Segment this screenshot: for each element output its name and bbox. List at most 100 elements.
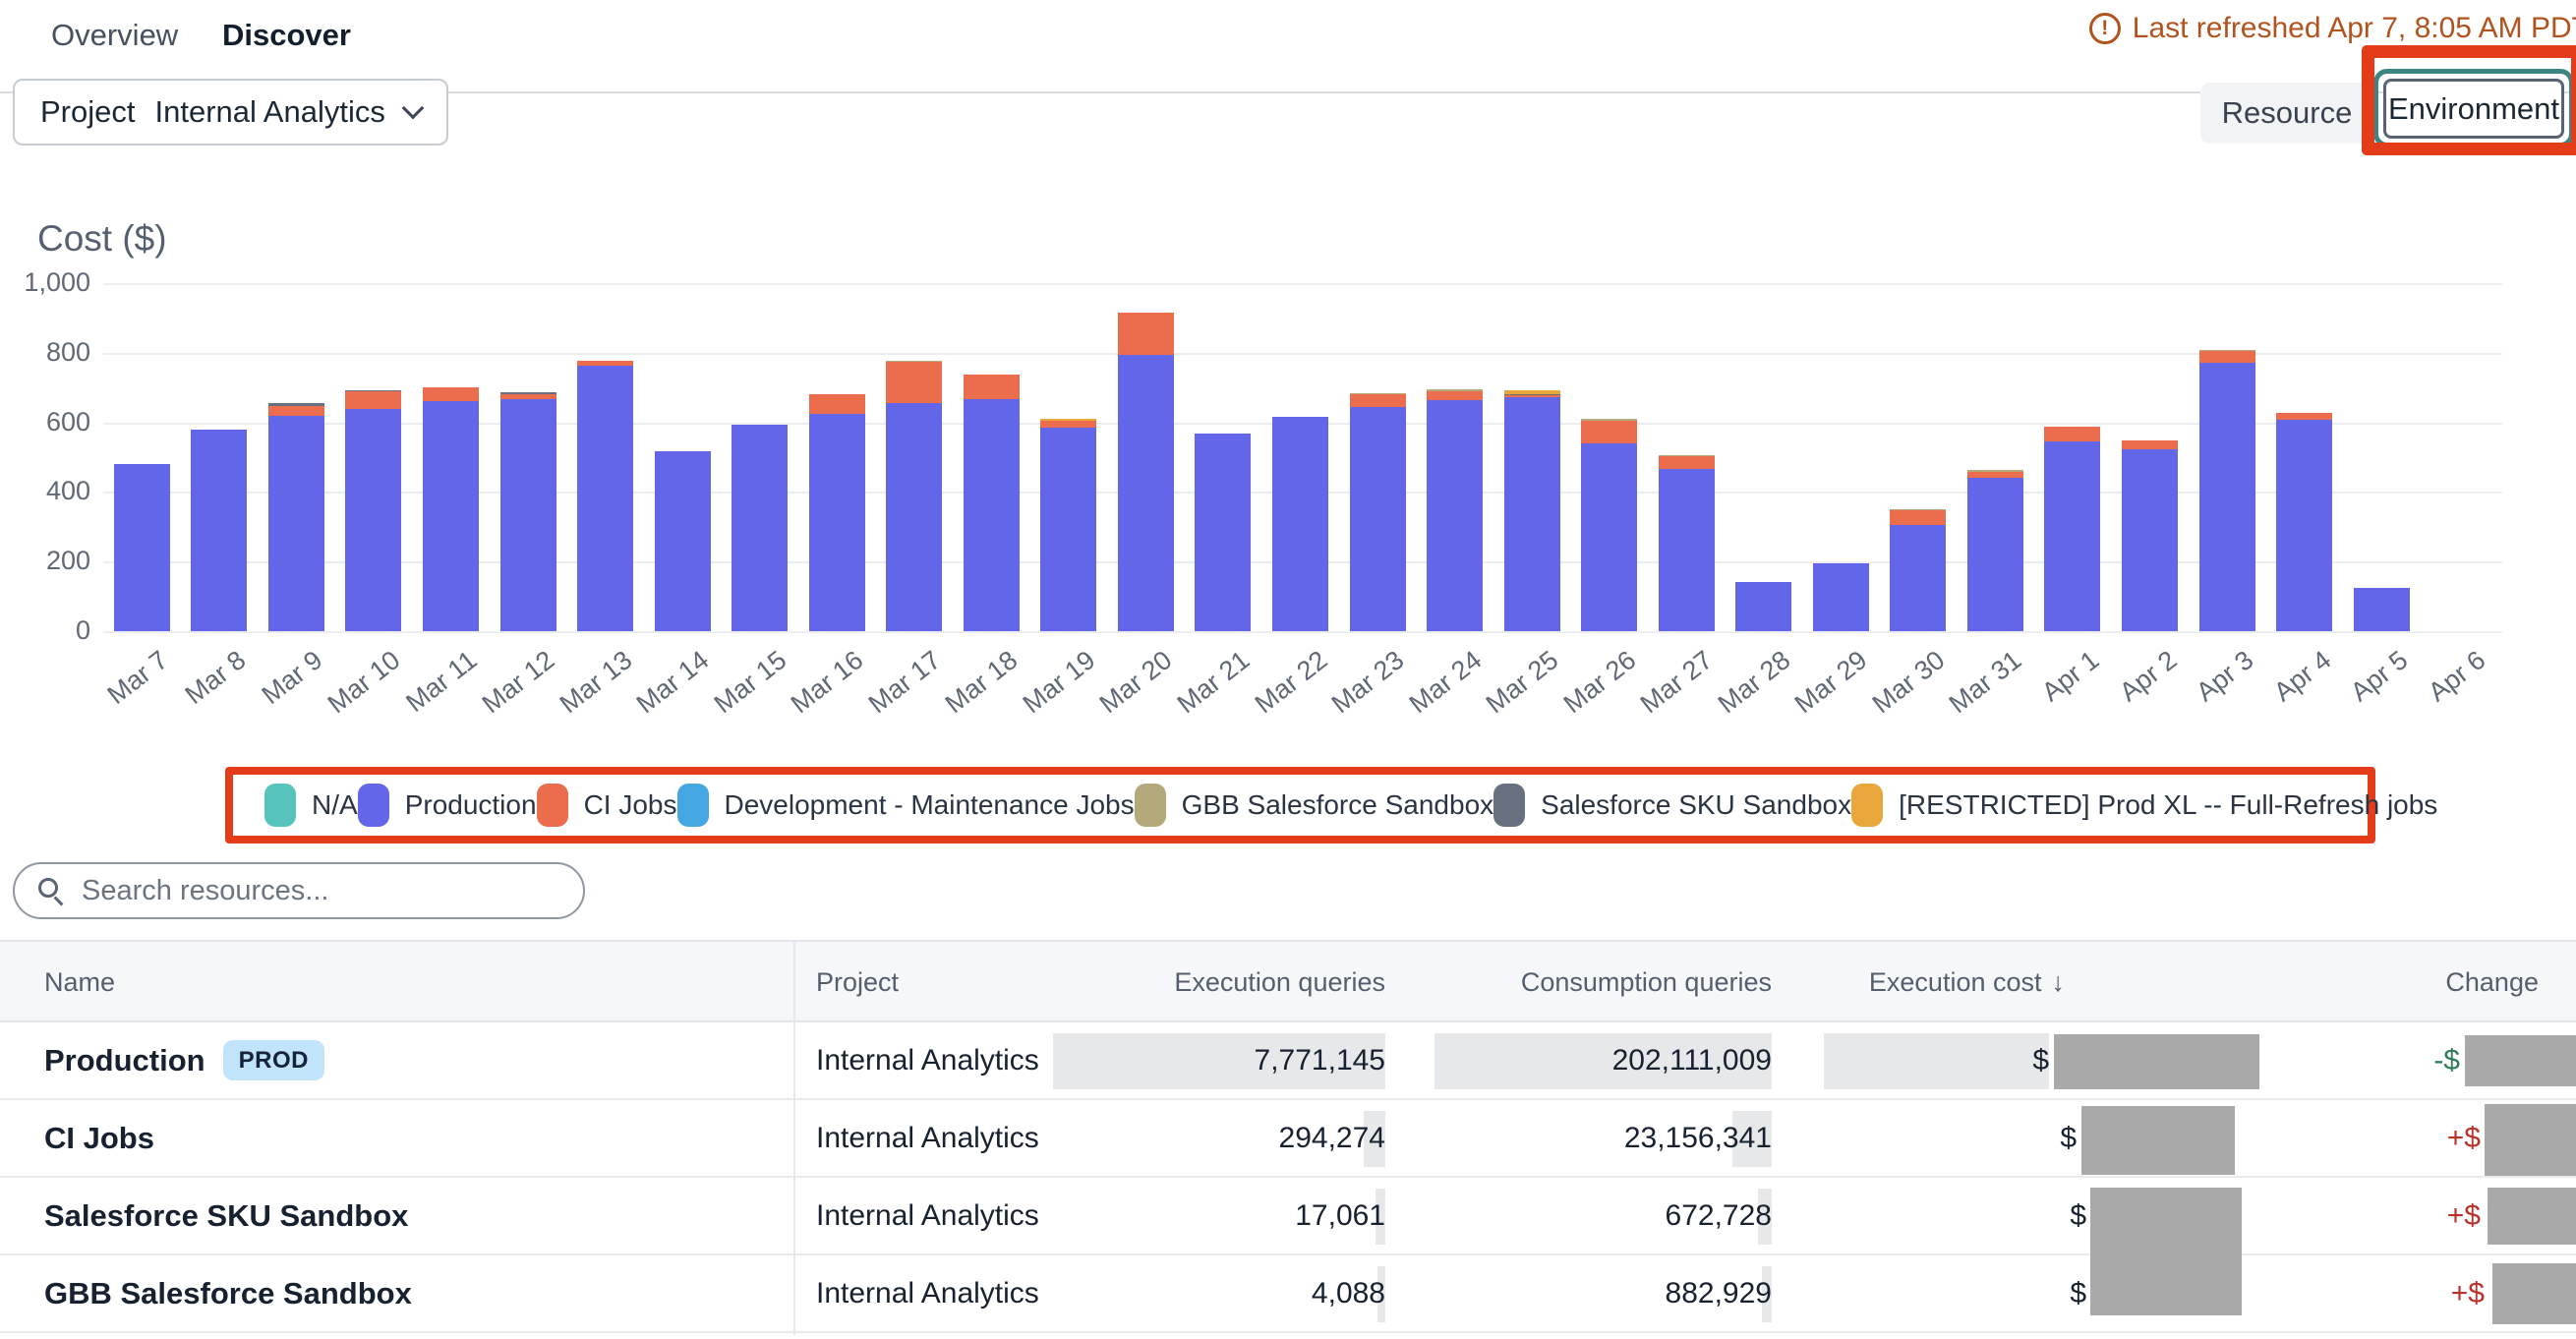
x-tick-label: Mar 16 (786, 645, 869, 720)
tab-discover[interactable]: Discover (222, 18, 351, 53)
bar-segment (268, 406, 324, 416)
bar-segment (964, 375, 1020, 399)
bar-segment (1118, 355, 1174, 631)
x-tick-label: Mar 18 (940, 645, 1024, 720)
y-tick-label: 1,000 (0, 267, 90, 298)
x-tick-label: Mar 7 (102, 645, 174, 711)
cell-project: Internal Analytics (816, 1100, 1039, 1176)
x-tick-label: Apr 5 (2345, 645, 2414, 708)
group-by-resource-button[interactable]: Resource (2200, 83, 2373, 144)
y-tick-label: 0 (0, 615, 90, 646)
bar-segment (2199, 351, 2255, 363)
y-tick-label: 800 (0, 337, 90, 368)
bar-segment (1581, 421, 1637, 443)
legend-item[interactable]: Salesforce SKU Sandbox (1493, 784, 1851, 827)
bar-segment (345, 390, 401, 392)
bar-segment (1967, 470, 2023, 471)
bar-segment (268, 416, 324, 631)
x-tick-label: Mar 24 (1403, 645, 1487, 720)
x-tick-label: Mar 9 (257, 645, 328, 711)
legend-item[interactable]: [RESTRICTED] Prod XL -- Full-Refresh job… (1851, 784, 2437, 827)
legend-swatch (264, 784, 296, 827)
cell-change-sign: +$ (2451, 1255, 2485, 1331)
bar-segment (423, 387, 479, 402)
legend-label: N/A (312, 789, 358, 821)
table-row[interactable]: ProductionPRODInternal Analytics7,771,14… (0, 1022, 2576, 1100)
y-tick-label: 200 (0, 546, 90, 576)
bar-segment (345, 391, 401, 409)
cell-project: Internal Analytics (816, 1178, 1039, 1253)
column-header-change[interactable]: Change (2445, 942, 2539, 1022)
redacted-value (2492, 1263, 2576, 1324)
bar-segment (1890, 510, 1946, 525)
cell-change-sign: +$ (2447, 1100, 2481, 1176)
x-tick-label: Mar 11 (401, 645, 484, 719)
dashboard-canvas: Overview Discover ! Last refreshed Apr 7… (0, 0, 2576, 1339)
gridline (103, 631, 2502, 633)
search-input[interactable] (82, 875, 559, 907)
redacted-value (2488, 1188, 2576, 1245)
y-tick-label: 600 (0, 407, 90, 437)
legend-label: Production (405, 789, 537, 821)
cell-consumption-queries: 882,929 (1666, 1255, 1772, 1331)
y-tick-label: 400 (0, 476, 90, 506)
cell-change-sign: -$ (2433, 1022, 2460, 1098)
legend-item[interactable]: GBB Salesforce Sandbox (1135, 784, 1494, 827)
legend-item[interactable]: Development - Maintenance Jobs (677, 784, 1135, 827)
cell-project: Internal Analytics (816, 1255, 1039, 1331)
bar-segment (1350, 393, 1406, 394)
bar-segment (577, 361, 633, 366)
environment-badge: PROD (223, 1040, 324, 1080)
cell-consumption-queries: 672,728 (1666, 1178, 1772, 1253)
warning-circle-icon: ! (2089, 13, 2121, 44)
legend-item[interactable]: Production (358, 784, 537, 827)
bar-segment (1581, 419, 1637, 420)
cell-name: Salesforce SKU Sandbox (44, 1178, 408, 1253)
cell-execution-cost: $ (2070, 1178, 2086, 1253)
bar-segment (809, 394, 865, 413)
x-tick-label: Mar 29 (1789, 645, 1873, 720)
bar-segment (191, 430, 247, 631)
bar-segment (1427, 400, 1483, 631)
project-filter-value: Internal Analytics (154, 94, 384, 130)
x-tick-label: Mar 31 (1944, 645, 2027, 720)
x-tick-label: Mar 20 (1094, 645, 1178, 720)
value-band (1824, 1033, 2049, 1089)
bar-segment (1040, 428, 1096, 631)
tab-overview[interactable]: Overview (51, 18, 178, 53)
x-tick-label: Mar 22 (1249, 645, 1332, 720)
sort-desc-icon: ↓ (2052, 967, 2066, 997)
x-tick-label: Mar 10 (322, 645, 406, 720)
table-row[interactable]: CI JobsInternal Analytics294,27423,156,3… (0, 1100, 2576, 1178)
legend-item[interactable]: CI Jobs (537, 784, 677, 827)
x-tick-label: Apr 6 (2423, 645, 2491, 708)
project-filter-dropdown[interactable]: Project Internal Analytics (13, 79, 448, 146)
cell-execution-queries: 7,771,145 (1255, 1022, 1385, 1098)
chart-legend: N/A Production CI JobsDevelopment - Mainte… (233, 775, 2368, 836)
legend-item[interactable]: N/A (264, 784, 358, 827)
column-header-name[interactable]: Name (44, 942, 115, 1022)
cell-execution-queries: 17,061 (1295, 1178, 1385, 1253)
legend-swatch (1851, 784, 1883, 827)
redacted-value (2090, 1188, 2242, 1315)
x-tick-label: Mar 27 (1635, 645, 1719, 720)
bar-segment (114, 464, 170, 631)
bar-segment (964, 399, 1020, 631)
last-refreshed-text: Last refreshed Apr 7, 8:05 AM PDT (2133, 12, 2576, 45)
column-header-consumption-queries[interactable]: Consumption queries (1521, 942, 1772, 1022)
chevron-down-icon (402, 97, 425, 120)
legend-swatch (1135, 784, 1166, 827)
column-header-execution-queries[interactable]: Execution queries (1174, 942, 1385, 1022)
bar-segment (1350, 394, 1406, 406)
cell-execution-cost: $ (2070, 1255, 2086, 1331)
x-tick-label: Mar 12 (477, 645, 560, 720)
bar-segment (1967, 472, 2023, 478)
cell-name: CI Jobs (44, 1100, 154, 1176)
legend-label: CI Jobs (584, 789, 677, 821)
cell-execution-cost: $ (2060, 1100, 2077, 1176)
bar-segment (1350, 407, 1406, 631)
column-header-execution-cost[interactable]: Execution cost↓ (1869, 942, 2065, 1022)
column-header-project[interactable]: Project (816, 942, 899, 1022)
bar-segment (1118, 313, 1174, 354)
bar-segment (1659, 469, 1715, 631)
